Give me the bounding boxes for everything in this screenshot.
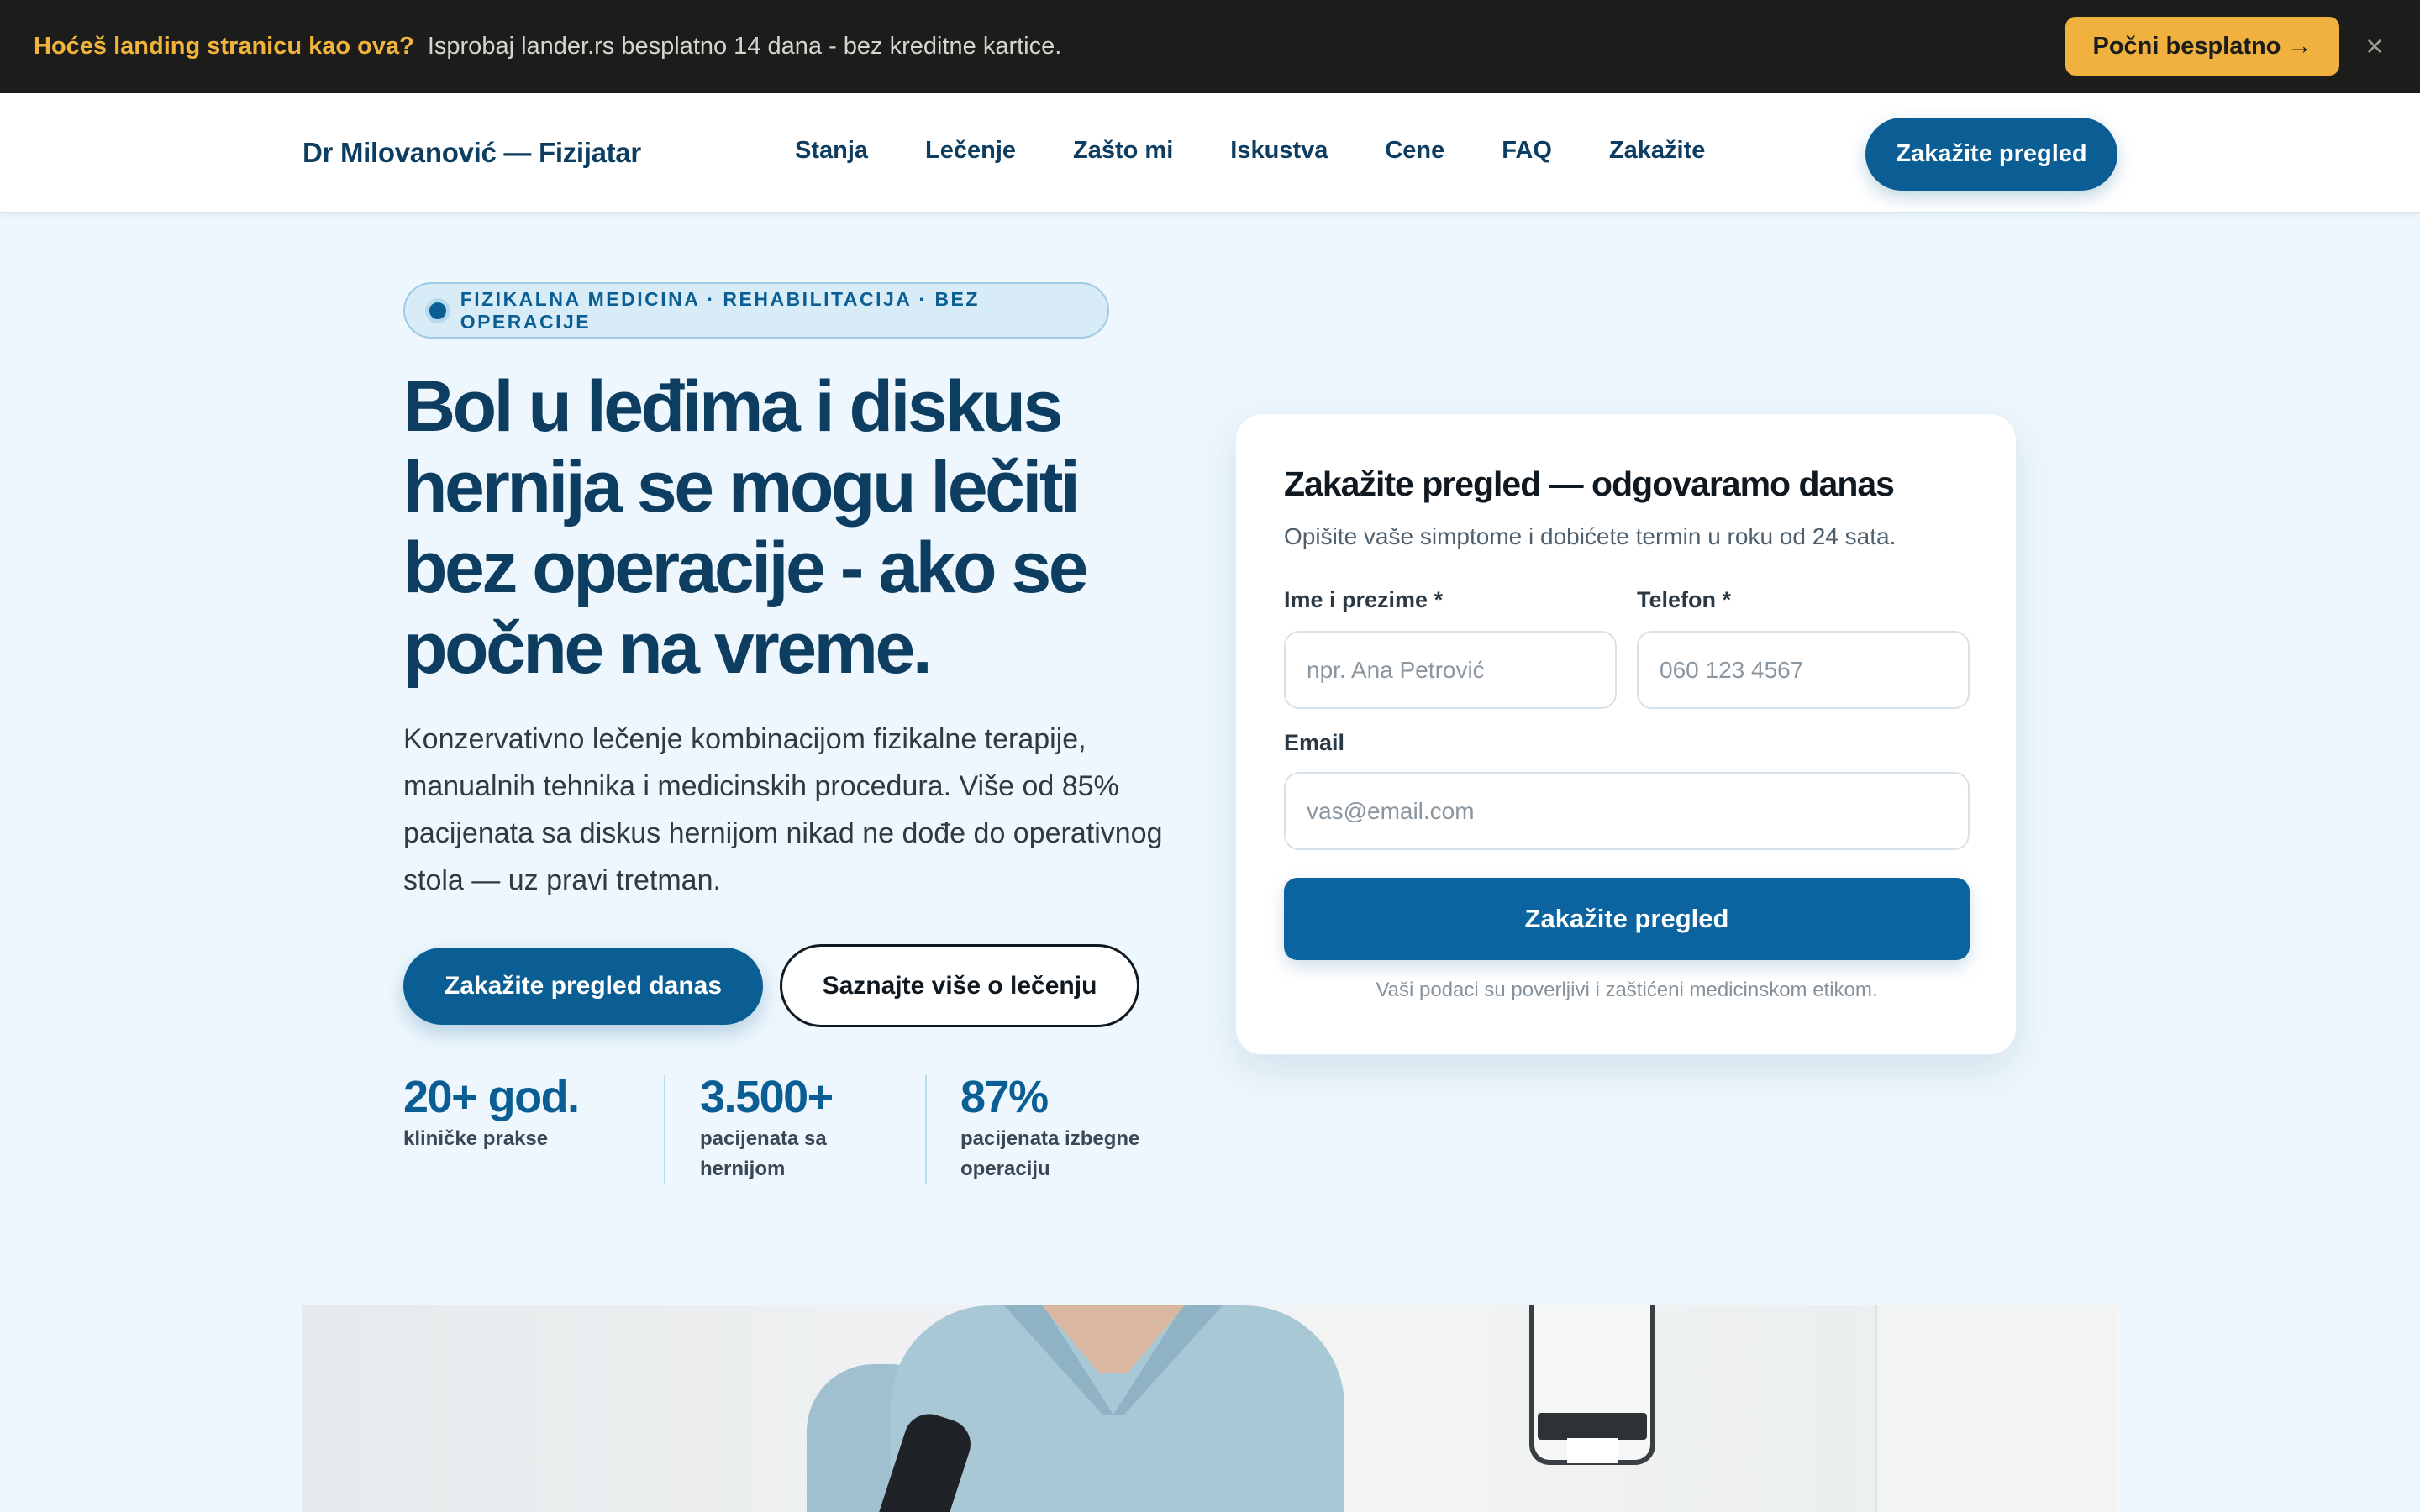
nav-link-zasto-mi[interactable]: Zašto mi xyxy=(1073,137,1173,165)
hero-badge-text: FIZIKALNA MEDICINA · REHABILITACIJA · BE… xyxy=(460,287,980,333)
promo-cta-button[interactable]: Počni besplatno → xyxy=(2065,17,2339,76)
stat-value: 87% xyxy=(960,1072,1049,1122)
hero-subtitle: Konzervativno lečenje kombinacijom fizik… xyxy=(403,716,1193,904)
learn-more-button[interactable]: Saznajte više o lečenju xyxy=(780,944,1139,1027)
brand-logo-text[interactable]: Dr Milovanović — Fizijatar xyxy=(302,137,641,169)
stat-divider xyxy=(925,1075,927,1184)
navbar: Dr Milovanović — Fizijatar Stanja Lečenj… xyxy=(0,93,2420,213)
close-icon[interactable]: × xyxy=(2358,29,2391,63)
nav-links: Stanja Lečenje Zašto mi Iskustva Cene FA… xyxy=(795,137,1762,165)
nav-link-iskustva[interactable]: Iskustva xyxy=(1230,137,1328,165)
dot-icon xyxy=(425,297,450,323)
submit-button[interactable]: Zakažite pregled xyxy=(1284,878,1970,960)
hero-subtitle-line: Konzervativno lečenje kombinacijom fizik… xyxy=(403,723,1086,755)
email-field[interactable] xyxy=(1284,772,1970,850)
stat-experience: 20+ god. kliničke prakse xyxy=(403,1070,580,1154)
nav-link-lecenje[interactable]: Lečenje xyxy=(925,137,1016,165)
photo-wall xyxy=(1876,1305,2118,1512)
hero-subtitle-line: pacijenata sa diskus hernijom nikad ne d… xyxy=(403,817,1163,849)
hero-title-line: bez operacije - ako se xyxy=(403,528,1089,608)
name-label: Ime i prezime * xyxy=(1284,587,1444,612)
stat-label: kliničke prakse xyxy=(403,1127,549,1150)
phone-label: Telefon * xyxy=(1637,587,1732,612)
nav-link-faq[interactable]: FAQ xyxy=(1502,137,1552,165)
phone-field[interactable] xyxy=(1637,631,1970,709)
stat-label: hernijom xyxy=(700,1158,786,1180)
promo-headline: Hoćeš landing stranicu kao ova? xyxy=(34,33,414,60)
hero-subtitle-line: stola — uz pravi tretman. xyxy=(403,864,721,896)
booking-form-card: Zakažite pregled — odgovaramo danas Opiš… xyxy=(1235,413,2017,1055)
email-label: Email xyxy=(1284,730,1345,755)
name-field[interactable] xyxy=(1284,631,1617,709)
promo-bar: Hoćeš landing stranicu kao ova? Isprobaj… xyxy=(0,0,2420,93)
stat-divider xyxy=(664,1075,666,1184)
nav-book-button[interactable]: Zakažite pregled xyxy=(1865,118,2118,191)
hero-title-line: Bol u leđima i diskus xyxy=(403,366,1063,447)
nav-link-cene[interactable]: Cene xyxy=(1385,137,1444,165)
hero-title-line: hernija se mogu lečiti xyxy=(403,447,1081,528)
stat-patients: 3.500+ pacijenata sa hernijom xyxy=(700,1070,834,1184)
promo-text: Isprobaj lander.rs besplatno 14 dana - b… xyxy=(427,33,1062,60)
photo-paper xyxy=(1567,1438,1618,1463)
nav-link-zakazite[interactable]: Zakažite xyxy=(1609,137,1705,165)
form-subtitle: Opišite vaše simptome i dobićete termin … xyxy=(1284,523,1897,549)
hero-photo xyxy=(302,1305,2118,1512)
photo-dispenser-slot xyxy=(1538,1413,1647,1440)
stat-label: pacijenata izbegne xyxy=(960,1127,1140,1150)
hero-badge: FIZIKALNA MEDICINA · REHABILITACIJA · BE… xyxy=(403,282,1109,339)
book-today-button[interactable]: Zakažite pregled danas xyxy=(403,948,763,1025)
privacy-note: Vaši podaci su poverljivi i zaštićeni me… xyxy=(1376,979,1878,1001)
hero-title: Bol u leđima i diskus hernija se mogu le… xyxy=(403,366,1193,689)
hero-subtitle-line: manualnih tehnika i medicinskih procedur… xyxy=(403,770,1119,802)
hero-title-line: počne na vreme. xyxy=(403,608,933,689)
stat-success-rate: 87% pacijenata izbegne operaciju xyxy=(960,1070,1139,1184)
stat-label: pacijenata sa xyxy=(700,1127,827,1150)
stat-value: 20+ god. xyxy=(403,1072,580,1122)
nav-link-stanja[interactable]: Stanja xyxy=(795,137,868,165)
stat-value: 3.500+ xyxy=(700,1072,834,1122)
form-title: Zakažite pregled — odgovaramo danas xyxy=(1284,465,1895,503)
stat-label: operaciju xyxy=(960,1158,1050,1180)
